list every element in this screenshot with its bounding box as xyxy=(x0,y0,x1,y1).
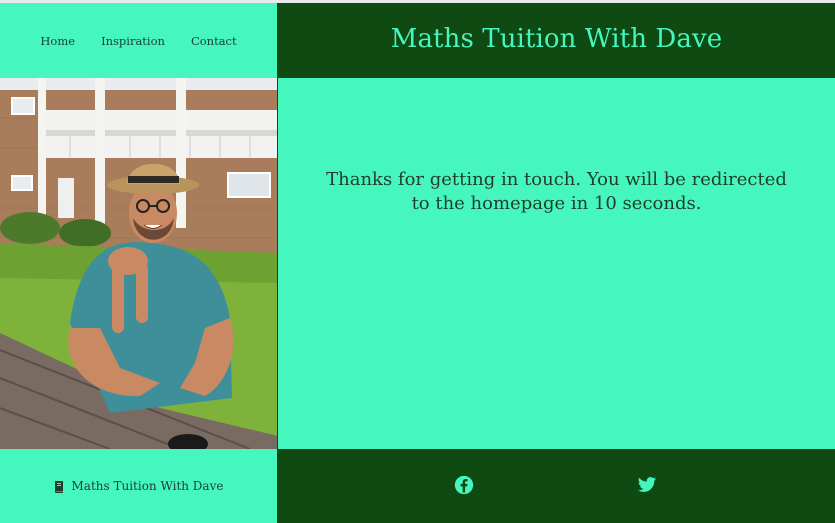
nav-link-contact[interactable]: Contact xyxy=(191,34,237,48)
message-area: Thanks for getting in touch. You will be… xyxy=(278,78,835,449)
site-title: Maths Tuition With Dave xyxy=(390,23,723,54)
profile-photo xyxy=(0,78,278,449)
main-nav: Home Inspiration Contact xyxy=(0,3,278,78)
site-header: Maths Tuition With Dave xyxy=(278,3,835,78)
page: Home Inspiration Contact Maths Tuition W… xyxy=(0,3,835,523)
twitter-icon[interactable] xyxy=(637,475,657,495)
footer-brand: Maths Tuition With Dave xyxy=(0,449,278,523)
footer-brand-label: Maths Tuition With Dave xyxy=(71,479,224,493)
photo-illustration xyxy=(0,78,277,449)
nav-link-inspiration[interactable]: Inspiration xyxy=(101,34,165,48)
redirect-message: Thanks for getting in touch. You will be… xyxy=(326,169,787,214)
social-links xyxy=(278,449,835,523)
facebook-icon[interactable] xyxy=(454,475,474,495)
book-icon xyxy=(54,480,63,493)
nav-link-home[interactable]: Home xyxy=(40,34,75,48)
